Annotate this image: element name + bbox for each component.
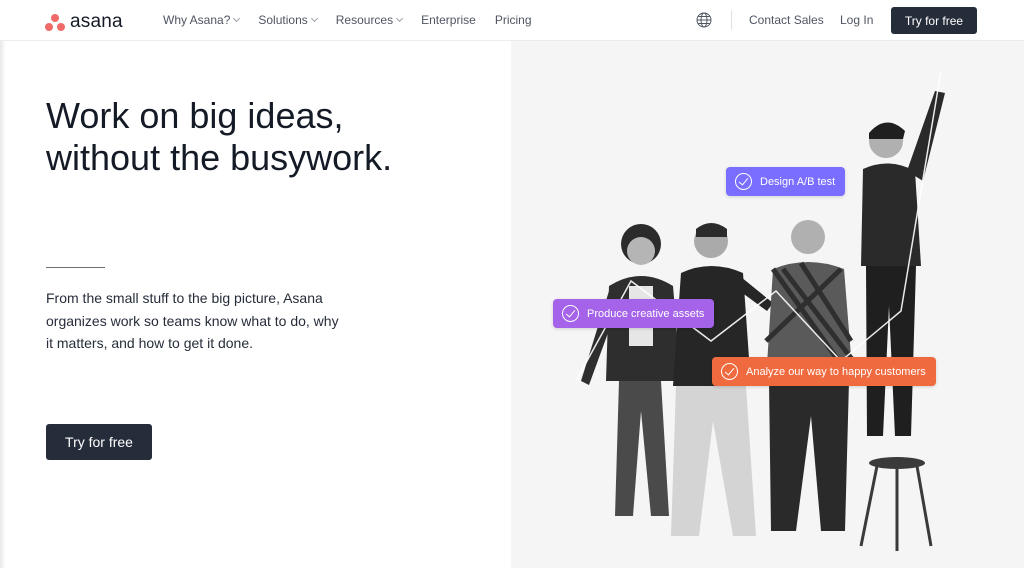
contact-sales-link[interactable]: Contact Sales <box>749 13 824 27</box>
logo-wordmark: asana <box>70 11 123 32</box>
hero-divider <box>46 267 105 268</box>
asana-logo[interactable]: asana <box>45 11 123 33</box>
tag-produce-creative-assets: Produce creative assets <box>553 299 715 328</box>
tag-label: Analyze our way to happy customers <box>746 365 926 378</box>
nav-why-asana[interactable]: Why Asana? <box>163 13 241 27</box>
hero-heading-line-2: without the busywork. <box>46 137 393 178</box>
nav-resources[interactable]: Resources <box>335 13 404 27</box>
nav-resources-label: Resources <box>335 13 394 27</box>
check-circle-icon <box>721 363 738 380</box>
nav-pricing[interactable]: Pricing <box>495 13 532 27</box>
main-nav: Why Asana? Solutions Resources Enterpris… <box>163 13 551 27</box>
hero-description: From the small stuff to the big picture,… <box>46 290 339 351</box>
tag-label: Design A/B test <box>760 175 836 188</box>
nav-pricing-label: Pricing <box>494 13 532 27</box>
hero-heading-line-1: Work on big ideas, <box>46 95 344 136</box>
try-for-free-hero-button[interactable]: Try for free <box>46 424 152 460</box>
globe-icon[interactable] <box>696 12 712 28</box>
tag-analyze-happy-customers: Analyze our way to happy customers <box>712 357 936 386</box>
nav-enterprise-label: Enterprise <box>421 13 476 27</box>
hero-heading: Work on big ideas, without the busywork. <box>46 95 466 179</box>
tag-label: Produce creative assets <box>587 307 705 320</box>
edge-shadow <box>0 41 6 568</box>
check-circle-icon <box>562 305 579 322</box>
nav-solutions-label: Solutions <box>258 13 308 27</box>
try-for-free-header-button[interactable]: Try for free <box>891 7 977 34</box>
tag-design-ab-test: Design A/B test <box>726 167 846 196</box>
log-in-link[interactable]: Log In <box>840 13 873 27</box>
nav-enterprise[interactable]: Enterprise <box>421 13 476 27</box>
chevron-down-icon <box>233 14 241 23</box>
chevron-down-icon <box>310 14 318 23</box>
nav-divider <box>731 10 732 30</box>
nav-why-asana-label: Why Asana? <box>163 13 231 27</box>
nav-solutions[interactable]: Solutions <box>258 13 318 27</box>
top-navigation-bar: asana Why Asana? Solutions Resources Ent… <box>0 0 1024 41</box>
hero-photo-people: Design A/B test Produce creative assets … <box>511 41 1024 568</box>
check-circle-icon <box>735 173 752 190</box>
chevron-down-icon <box>396 14 404 23</box>
asana-logo-icon <box>45 13 65 31</box>
